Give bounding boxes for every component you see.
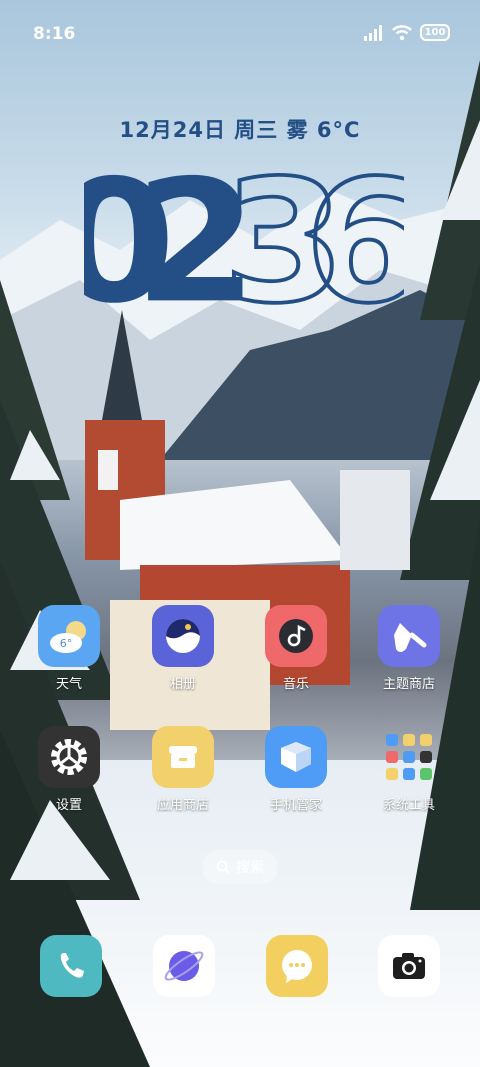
app-label: 主题商店 [382,677,435,692]
weather-icon: 6° [38,605,100,667]
app-phone-manager[interactable]: 手机管家 [246,726,346,813]
pine-trees-right [400,60,480,910]
weather-temp-text: 6° [60,637,73,650]
app-label: 设置 [55,798,82,813]
settings-icon [38,726,100,788]
app-label: 手机管家 [269,798,322,813]
search-label: 搜索 [236,860,264,876]
app-settings[interactable]: 设置 [19,726,119,813]
status-time: 8:16 [33,24,76,44]
app-gallery[interactable]: 相册 [133,605,233,692]
search-icon [216,860,230,874]
folder-system-tools[interactable]: 系统工具 [359,726,459,813]
theme-store-icon [378,605,440,667]
app-label: 音乐 [282,677,309,692]
camera-icon[interactable] [378,935,440,997]
clock-digit-minute-ones: 6 [304,156,404,316]
phone-manager-icon [265,726,327,788]
search-button[interactable]: 搜索 [202,850,278,884]
app-music[interactable]: 音乐 [246,605,346,692]
cellular-signal-icon [364,24,382,41]
messages-icon[interactable] [266,935,328,997]
app-weather[interactable]: 6° 天气 [19,605,119,692]
browser-icon[interactable] [153,935,215,997]
app-theme-store[interactable]: 主题商店 [359,605,459,692]
wifi-icon [392,24,412,40]
app-store-icon [152,726,214,788]
gallery-icon [152,605,214,667]
phone-icon[interactable] [40,935,102,997]
app-label: 系统工具 [382,798,435,813]
date-weather-line[interactable]: 12月24日 周三 雾 6°C [0,114,480,144]
system-tools-folder-icon [378,726,440,788]
status-bar: 8:16 100 [0,0,480,68]
app-label: 相册 [169,677,196,692]
app-app-store[interactable]: 应用商店 [133,726,233,813]
app-label: 天气 [55,677,82,692]
battery-level: 100 [424,27,446,38]
status-icons: 100 [364,24,450,41]
app-label: 应用商店 [156,798,209,813]
music-icon [265,605,327,667]
battery-indicator: 100 [420,24,450,41]
clock-widget[interactable]: 0 2 3 6 [84,156,404,316]
